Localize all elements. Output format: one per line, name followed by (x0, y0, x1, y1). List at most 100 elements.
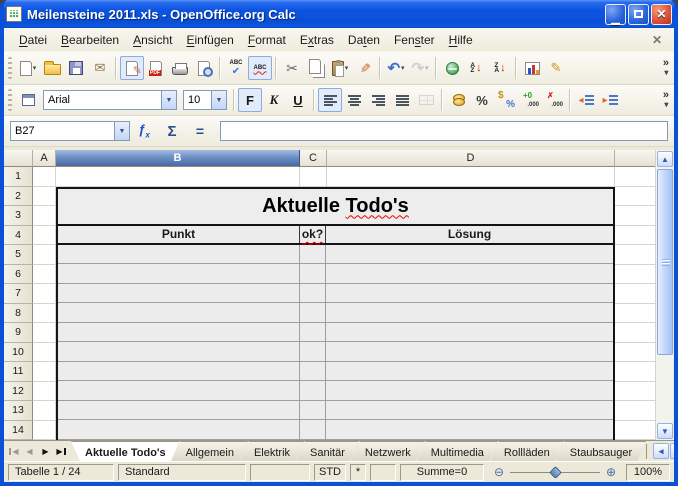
sum-panel[interactable]: Summe=0 (400, 464, 484, 481)
standard-format-button[interactable] (494, 88, 518, 112)
chevron-down-icon[interactable]: ▾ (401, 64, 405, 72)
row-header[interactable]: 11 (4, 362, 33, 382)
cell[interactable] (58, 303, 300, 322)
last-sheet-button[interactable]: ▶ (54, 444, 69, 459)
menu-extras[interactable]: Extras (293, 30, 341, 50)
sum-button[interactable]: Σ (160, 120, 184, 142)
format-paintbrush-button[interactable]: ✎ (352, 56, 376, 80)
increase-indent-button[interactable]: ▸ (598, 88, 622, 112)
cell[interactable] (326, 362, 613, 381)
hyperlink-button[interactable] (440, 56, 464, 80)
decrease-indent-button[interactable]: ◂ (574, 88, 598, 112)
function-button[interactable]: = (188, 120, 212, 142)
underline-button[interactable]: U (286, 88, 310, 112)
align-right-button[interactable] (366, 88, 390, 112)
column-header-a[interactable]: A (33, 150, 56, 167)
cell[interactable] (58, 323, 300, 342)
cell[interactable] (33, 284, 56, 304)
tab-staubsauger[interactable]: Staubsauger (556, 441, 646, 461)
sort-descending-button[interactable]: Z A↓ (488, 56, 512, 80)
email-button[interactable]: ✉ (88, 56, 112, 80)
cell[interactable] (326, 420, 613, 439)
row-header[interactable]: 13 (4, 401, 33, 421)
cell[interactable] (300, 342, 326, 361)
row-header[interactable]: 7 (4, 284, 33, 304)
select-all-corner[interactable] (4, 150, 33, 167)
column-header-d[interactable]: D (327, 150, 615, 167)
cell[interactable] (58, 420, 300, 439)
tab-elektrik[interactable]: Elektrik (240, 441, 304, 461)
font-name-dropdown[interactable]: ▼ (161, 90, 177, 110)
styles-button[interactable] (16, 88, 40, 112)
cell[interactable] (58, 284, 300, 303)
cell[interactable] (300, 362, 326, 381)
menu-einfuegen[interactable]: Einfügen (179, 30, 240, 50)
cell[interactable] (58, 264, 300, 283)
chevron-down-icon[interactable]: ▾ (33, 64, 37, 72)
cell[interactable] (300, 401, 326, 420)
close-document-icon[interactable]: ✕ (648, 33, 666, 47)
scroll-up-icon[interactable]: ▲ (657, 151, 673, 167)
cell[interactable] (615, 304, 655, 324)
header-punkt[interactable]: Punkt (58, 226, 300, 243)
cell[interactable] (326, 342, 613, 361)
cell[interactable] (33, 206, 56, 226)
font-size-dropdown[interactable]: ▼ (211, 90, 227, 110)
cell[interactable] (33, 382, 56, 402)
first-sheet-button[interactable]: ◀ (6, 444, 21, 459)
chevron-down-icon[interactable]: ▾ (345, 64, 349, 72)
zoom-slider-thumb[interactable] (550, 466, 563, 479)
row-header[interactable]: 10 (4, 343, 33, 363)
menu-bearbeiten[interactable]: Bearbeiten (54, 30, 126, 50)
menu-daten[interactable]: Daten (341, 30, 387, 50)
row-header[interactable]: 12 (4, 382, 33, 402)
page-style-panel[interactable]: Standard (118, 464, 246, 481)
print-button[interactable] (168, 56, 192, 80)
row-header[interactable]: 6 (4, 265, 33, 285)
zoom-out-icon[interactable]: ⊖ (494, 466, 504, 478)
insert-chart-button[interactable] (520, 56, 544, 80)
cell[interactable] (300, 245, 326, 264)
cell[interactable] (58, 381, 300, 400)
toolbar-overflow-button[interactable]: »▾ (663, 91, 672, 109)
copy-button[interactable] (304, 56, 328, 80)
cell[interactable] (615, 343, 655, 363)
next-sheet-button[interactable]: ▶ (38, 444, 53, 459)
zoom-in-icon[interactable]: ⊕ (606, 466, 616, 478)
open-button[interactable] (40, 56, 64, 80)
row-header[interactable]: 8 (4, 304, 33, 324)
cell[interactable] (33, 362, 56, 382)
cell[interactable] (615, 226, 655, 246)
tab-rolllaeden[interactable]: Rollläden (490, 441, 564, 461)
zoom-slider-track[interactable] (510, 472, 600, 473)
cell[interactable] (300, 420, 326, 439)
cut-button[interactable]: ✂ (280, 56, 304, 80)
tab-multimedia[interactable]: Multimedia (417, 441, 498, 461)
cell[interactable] (58, 362, 300, 381)
spellcheck-button[interactable]: ABC✔ (224, 56, 248, 80)
maximize-button[interactable] (628, 4, 649, 25)
edit-file-button[interactable] (120, 56, 144, 80)
cell[interactable] (615, 421, 655, 441)
cell[interactable] (58, 401, 300, 420)
column-header-c[interactable]: C (300, 150, 327, 167)
toolbar-overflow-button[interactable]: »▾ (663, 59, 672, 77)
redo-button[interactable]: ↷▾ (408, 56, 432, 80)
cell[interactable] (615, 323, 655, 343)
previous-sheet-button[interactable]: ◀ (22, 444, 37, 459)
selection-mode-panel[interactable]: STD (314, 464, 346, 481)
menu-fenster[interactable]: Fenster (387, 30, 442, 50)
row-header[interactable]: 9 (4, 323, 33, 343)
cell[interactable] (615, 362, 655, 382)
auto-spellcheck-button[interactable]: ABC (248, 56, 272, 80)
new-document-button[interactable]: ▾ (16, 56, 40, 80)
row-header[interactable]: 4 (4, 226, 33, 246)
cell[interactable] (326, 303, 613, 322)
function-wizard-button[interactable]: ƒx (132, 120, 156, 142)
cell[interactable] (58, 342, 300, 361)
row-header[interactable]: 2 (4, 187, 33, 207)
cell[interactable] (615, 187, 655, 207)
cell[interactable] (615, 206, 655, 226)
cell[interactable] (300, 167, 327, 187)
scroll-right-icon[interactable]: ▸ (670, 443, 678, 459)
